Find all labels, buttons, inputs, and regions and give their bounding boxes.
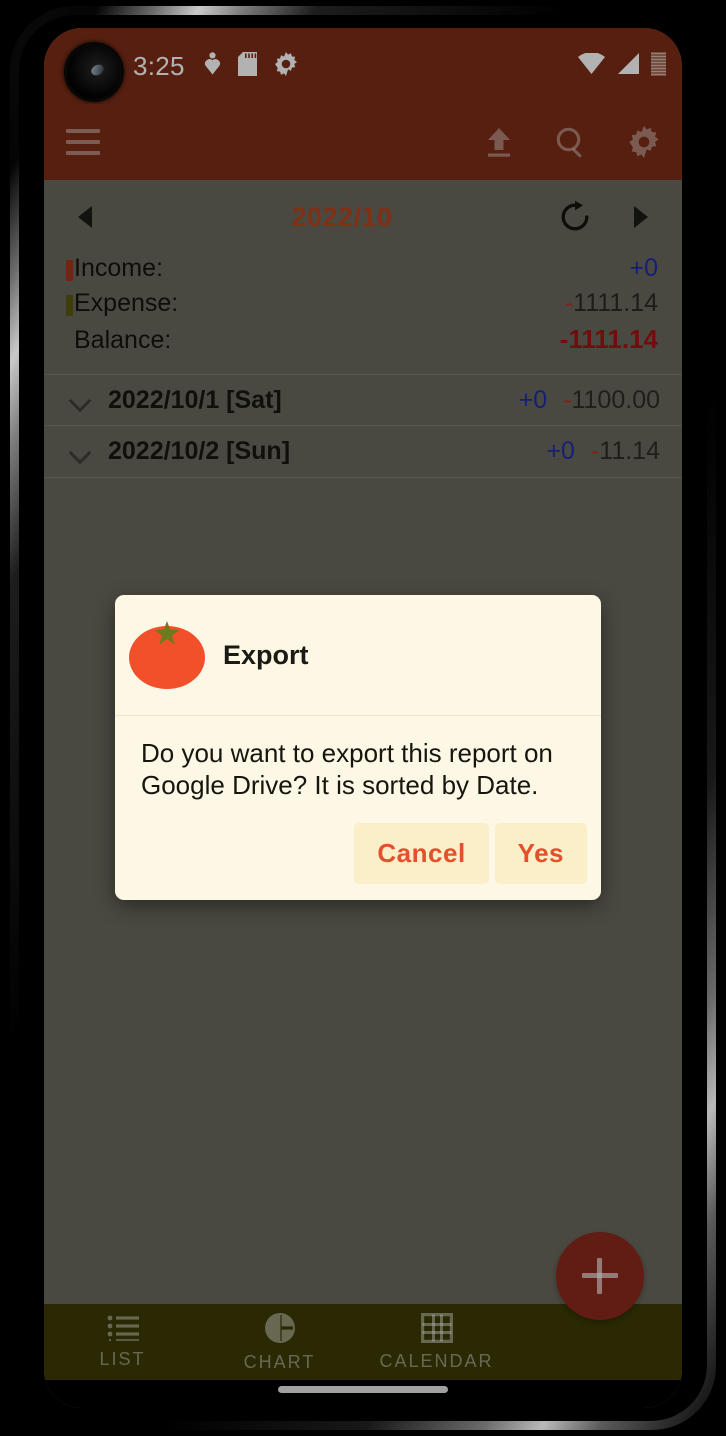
screenshot-stage: 3:25 2022/10 Income: +0 Expense: -1111.1… <box>0 0 726 1436</box>
phone-screen: 3:25 2022/10 Income: +0 Expense: -1111.1… <box>44 28 682 1408</box>
cancel-button[interactable]: Cancel <box>354 823 489 885</box>
yes-button[interactable]: Yes <box>494 823 587 885</box>
tomato-icon <box>129 621 205 689</box>
export-dialog: Export Do you want to export this report… <box>115 595 601 901</box>
dialog-header: Export <box>115 595 601 716</box>
dialog-message: Do you want to export this report on Goo… <box>141 738 553 800</box>
dialog-title: Export <box>223 639 309 670</box>
dialog-actions: Cancel Yes <box>115 811 601 900</box>
